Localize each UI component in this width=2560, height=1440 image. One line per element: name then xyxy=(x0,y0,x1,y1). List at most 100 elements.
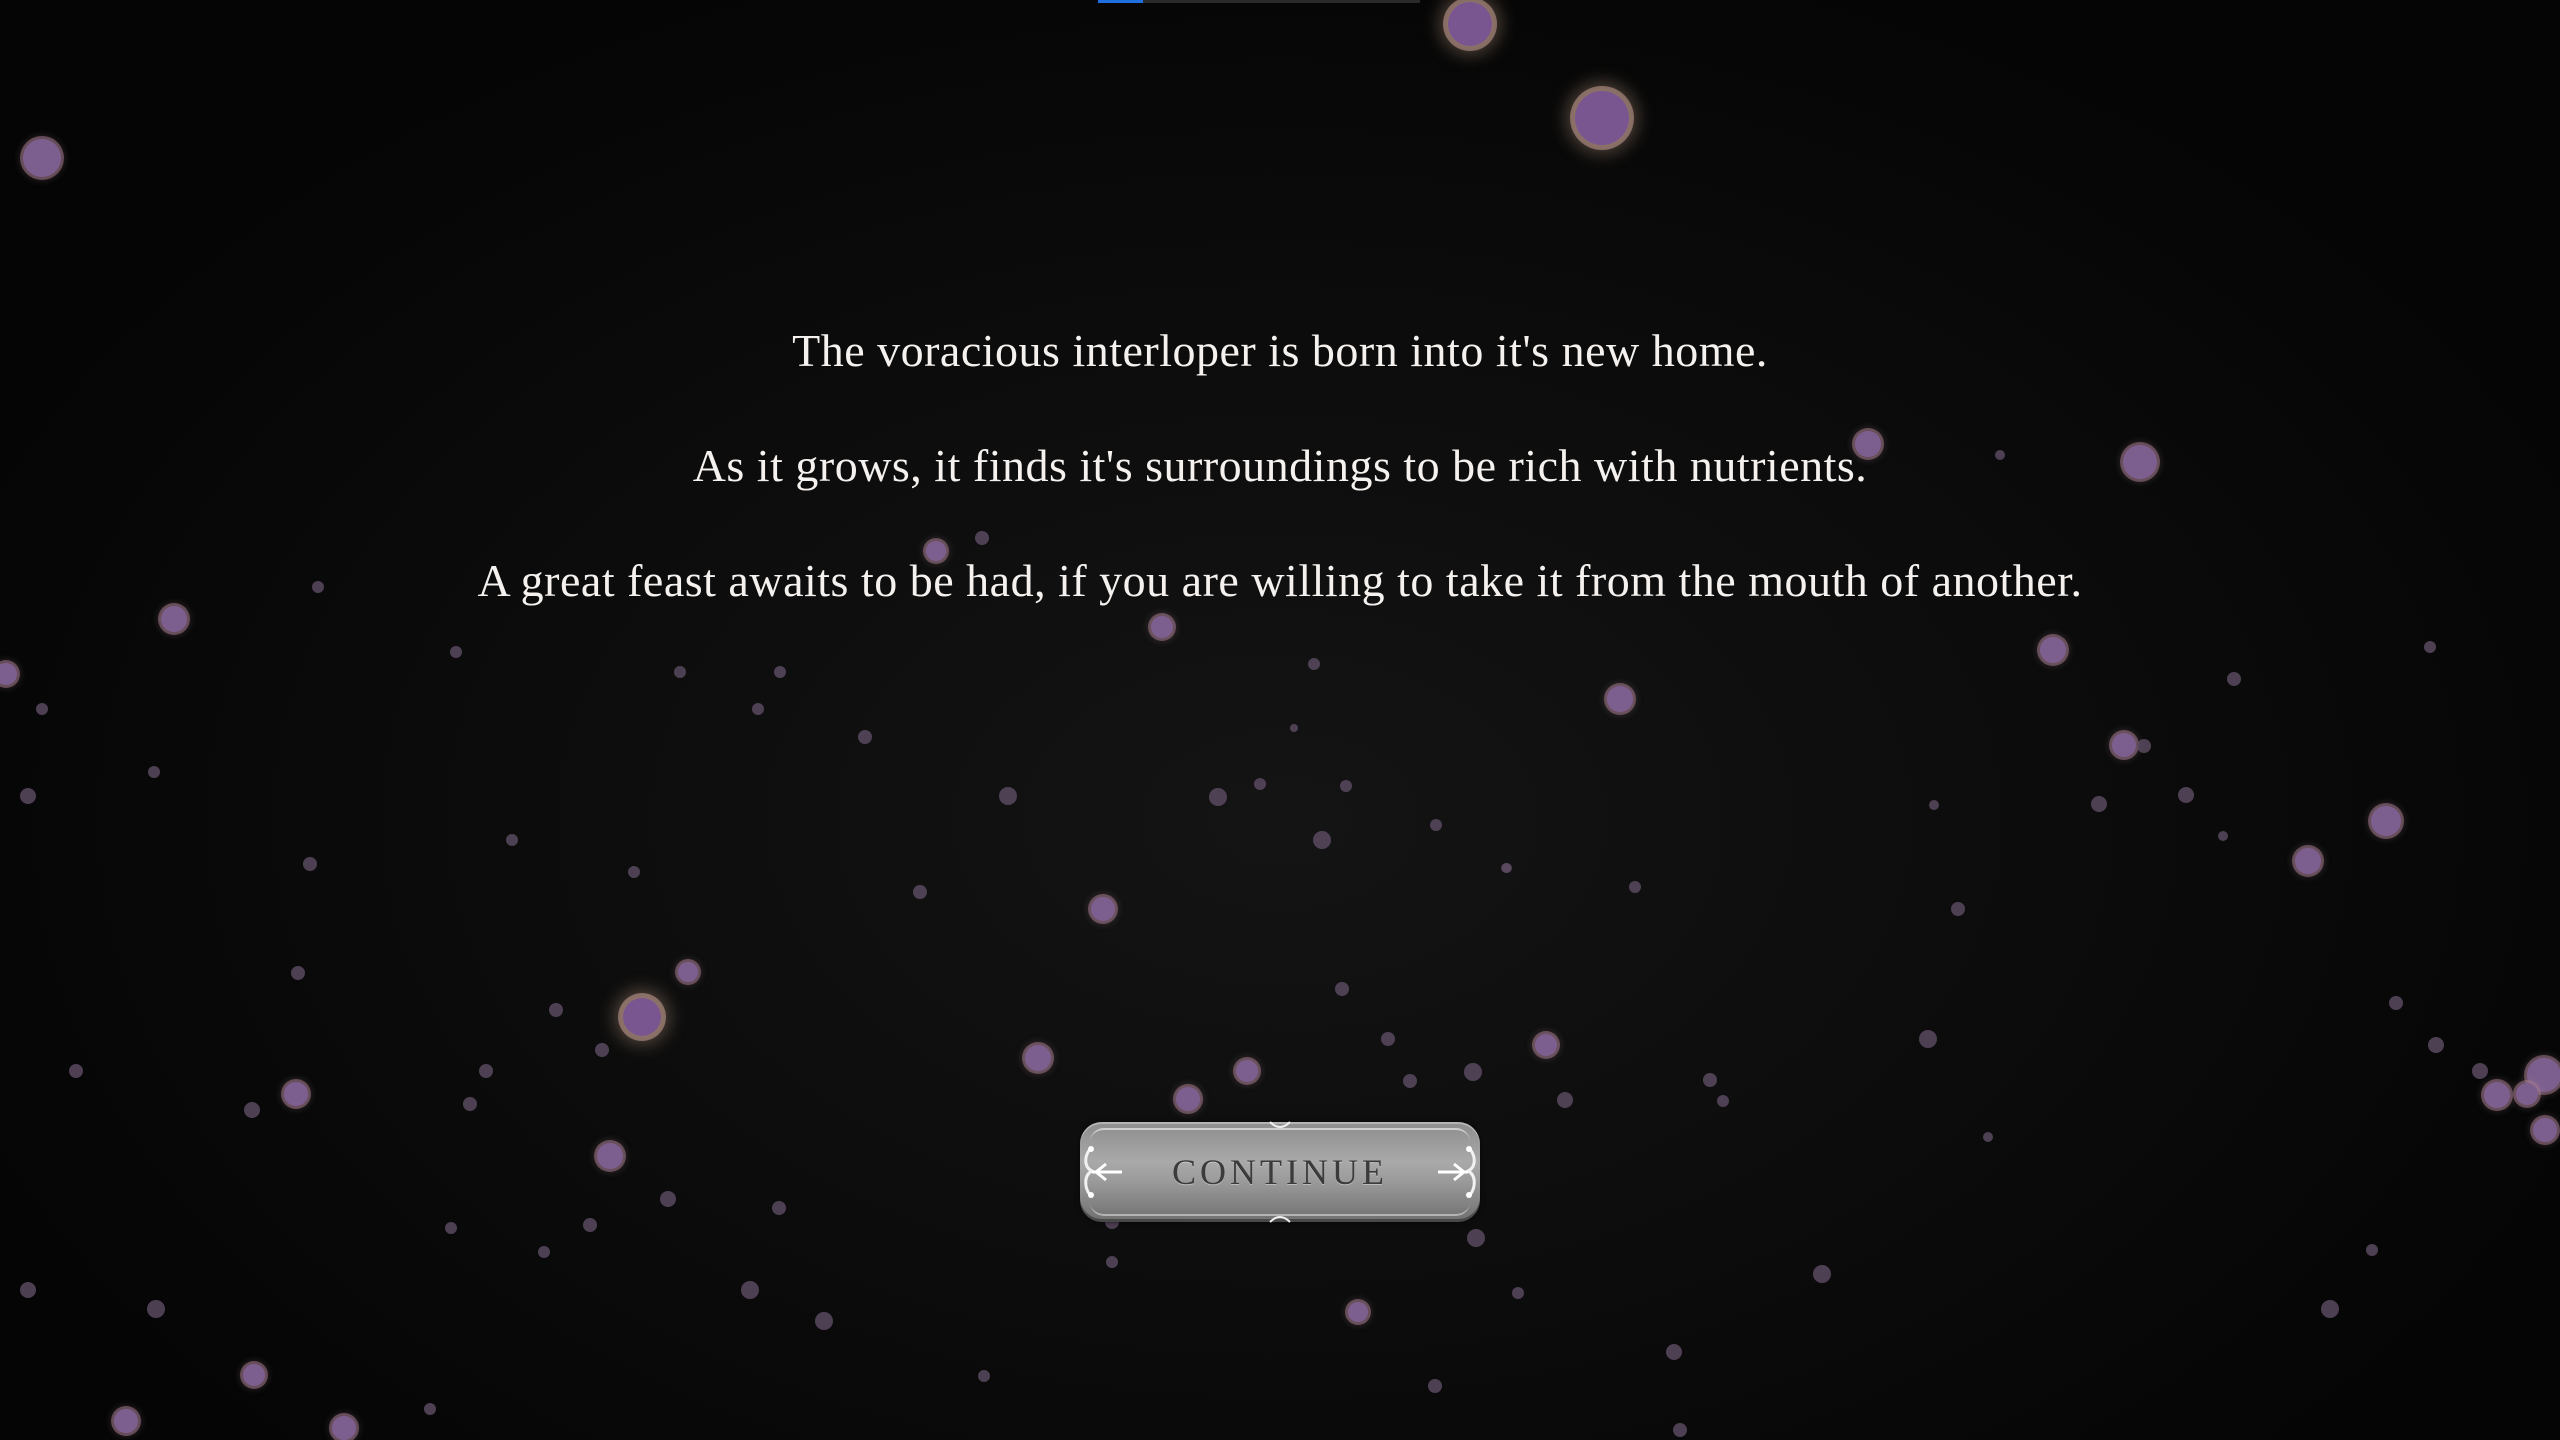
spore-particle xyxy=(1666,1344,1682,1360)
spore-particle xyxy=(1025,1045,1051,1071)
spore-particle xyxy=(1983,1132,1993,1142)
spore-particle xyxy=(291,966,305,980)
spore-particle xyxy=(1929,800,1939,810)
spore-particle xyxy=(1607,686,1633,712)
ornament-bottom-icon xyxy=(1269,1216,1291,1223)
spore-particle xyxy=(23,139,61,177)
spore-particle xyxy=(772,1201,786,1215)
spore-particle xyxy=(1428,1379,1442,1393)
ornament-top-icon xyxy=(1269,1121,1291,1128)
spore-particle xyxy=(2371,806,2401,836)
spore-particle xyxy=(1106,1256,1118,1268)
game-screen: The voracious interloper is born into it… xyxy=(0,0,2560,1440)
spore-particle xyxy=(1381,1032,1395,1046)
spore-particle xyxy=(20,1282,36,1298)
spore-particle xyxy=(597,1143,623,1169)
loading-progress-bar xyxy=(1098,0,1420,3)
spore-particle xyxy=(660,1191,676,1207)
spore-particle xyxy=(741,1281,759,1299)
spore-particle xyxy=(628,866,640,878)
spore-particle xyxy=(1629,881,1641,893)
spore-particle xyxy=(506,834,518,846)
spore-particle xyxy=(284,1082,308,1106)
story-line-2: As it grows, it finds it's surroundings … xyxy=(692,440,1868,491)
spore-particle xyxy=(538,1246,550,1258)
spore-particle xyxy=(1335,982,1349,996)
spore-particle xyxy=(2295,848,2321,874)
spore-particle xyxy=(1464,1063,1482,1081)
spore-particle xyxy=(858,730,872,744)
spore-particle xyxy=(1703,1073,1717,1087)
spore-particle xyxy=(1236,1060,1258,1082)
story-text: The voracious interloper is born into it… xyxy=(0,320,2560,665)
spore-particle xyxy=(479,1064,493,1078)
spore-particle xyxy=(1512,1287,1524,1299)
spore-particle xyxy=(1209,788,1227,806)
spore-particle xyxy=(69,1064,83,1078)
spore-particle xyxy=(2137,739,2151,753)
spore-particle xyxy=(243,1364,265,1386)
spore-particle xyxy=(2533,1118,2557,1142)
spore-particle xyxy=(1254,778,1266,790)
spore-particle xyxy=(1340,780,1352,792)
spore-particle xyxy=(147,1300,165,1318)
spore-particle xyxy=(1467,1229,1485,1247)
filigree-arrow-right-icon xyxy=(1438,1146,1476,1198)
spore-particle xyxy=(583,1218,597,1232)
spore-particle xyxy=(2091,796,2107,812)
spore-particle xyxy=(1575,91,1629,145)
spore-particle-field xyxy=(0,0,2560,1440)
spore-particle xyxy=(1557,1092,1573,1108)
spore-particle xyxy=(2218,831,2228,841)
spore-particle xyxy=(1951,902,1965,916)
spore-particle xyxy=(1717,1095,1729,1107)
spore-particle xyxy=(2484,1082,2510,1108)
spore-particle xyxy=(978,1370,990,1382)
filigree-arrow-left-icon xyxy=(1084,1146,1122,1198)
spore-particle xyxy=(2227,672,2241,686)
spore-particle xyxy=(424,1403,436,1415)
spore-particle xyxy=(2112,733,2136,757)
spore-particle xyxy=(244,1102,260,1118)
spore-particle xyxy=(674,666,686,678)
spore-particle xyxy=(332,1416,356,1440)
spore-particle xyxy=(2516,1083,2538,1105)
spore-particle xyxy=(1673,1423,1687,1437)
spore-particle xyxy=(0,663,17,685)
spore-particle xyxy=(1448,2,1492,46)
spore-particle xyxy=(549,1003,563,1017)
spore-particle xyxy=(20,788,36,804)
spore-particle xyxy=(913,885,927,899)
spore-particle xyxy=(2178,787,2194,803)
spore-particle xyxy=(1313,831,1331,849)
spore-particle xyxy=(1348,1302,1368,1322)
spore-particle xyxy=(1813,1265,1831,1283)
spore-particle xyxy=(1919,1030,1937,1048)
spore-particle xyxy=(2321,1300,2339,1318)
spore-particle xyxy=(2472,1063,2488,1079)
spore-particle xyxy=(1502,863,1512,873)
story-line-3: A great feast awaits to be had, if you a… xyxy=(477,555,2083,606)
spore-particle xyxy=(752,703,764,715)
spore-particle xyxy=(774,666,786,678)
spore-particle xyxy=(1403,1074,1417,1088)
spore-particle xyxy=(1176,1087,1200,1111)
spore-particle xyxy=(999,787,1017,805)
continue-button[interactable]: CONTINUE xyxy=(1080,1121,1480,1223)
spore-particle xyxy=(303,857,317,871)
spore-particle xyxy=(445,1222,457,1234)
spore-particle xyxy=(1290,724,1298,732)
story-line-1: The voracious interloper is born into it… xyxy=(792,325,1768,376)
spore-particle xyxy=(2389,996,2403,1010)
spore-particle xyxy=(148,766,160,778)
spore-particle xyxy=(1091,897,1115,921)
spore-particle xyxy=(815,1312,833,1330)
spore-particle xyxy=(36,703,48,715)
loading-progress-fill xyxy=(1098,0,1144,3)
spore-particle xyxy=(678,962,698,982)
spore-particle xyxy=(463,1097,477,1111)
spore-particle xyxy=(1430,819,1442,831)
spore-particle xyxy=(2366,1244,2378,1256)
spore-particle xyxy=(1535,1034,1557,1056)
spore-particle xyxy=(114,1409,138,1433)
